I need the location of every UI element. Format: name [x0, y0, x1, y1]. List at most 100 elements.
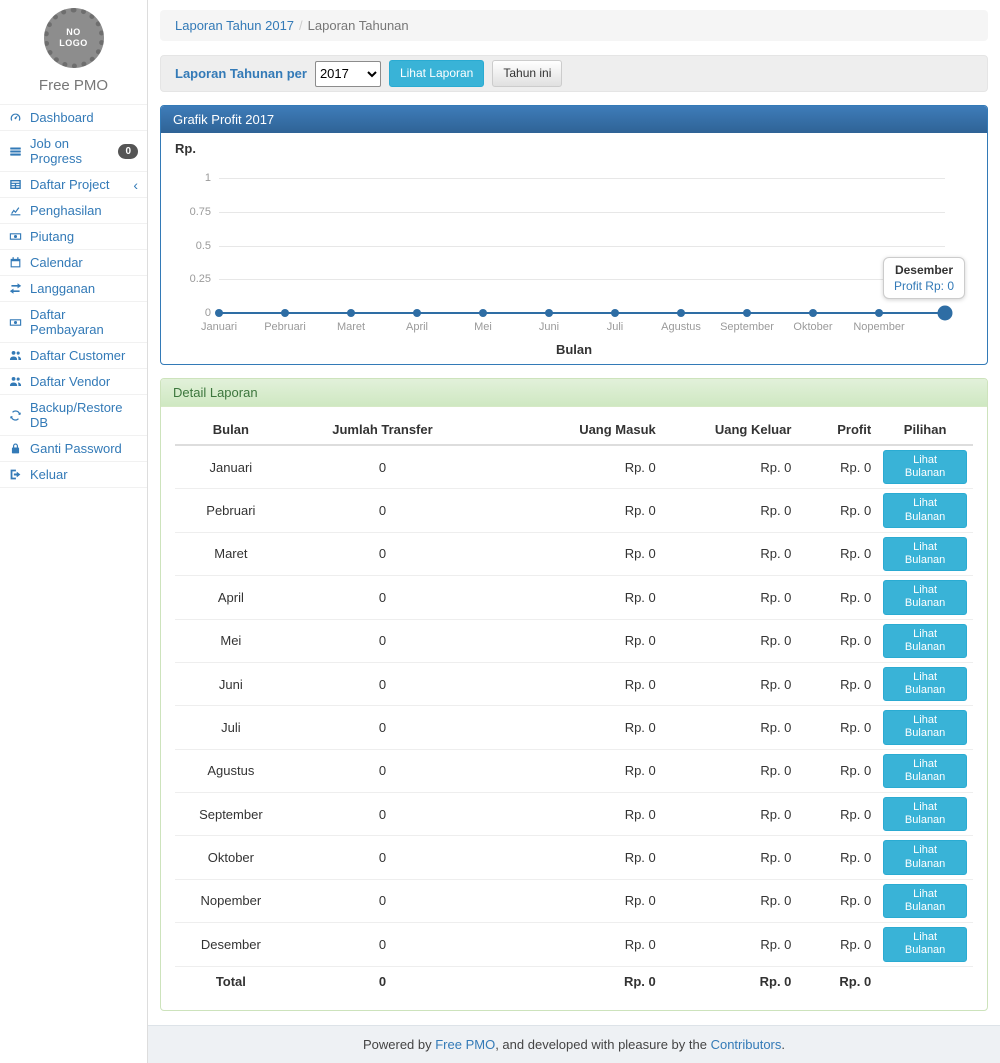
- cell-uang-masuk: Rp. 0: [478, 619, 662, 662]
- lihat-bulanan-button-mei[interactable]: Lihat Bulanan: [883, 624, 967, 658]
- lihat-bulanan-button-nopember[interactable]: Lihat Bulanan: [883, 884, 967, 918]
- data-point-nopember[interactable]: [875, 309, 883, 317]
- refresh-icon: [9, 409, 24, 422]
- lock-icon: [9, 442, 24, 455]
- cell-uang-masuk: Rp. 0: [478, 836, 662, 879]
- main-content: Laporan Tahun 2017/Laporan Tahunan Lapor…: [148, 0, 1000, 1063]
- report-table: BulanJumlah TransferUang MasukUang Kelua…: [175, 415, 973, 996]
- cell-pilihan: Lihat Bulanan: [877, 706, 973, 749]
- report-toolbar: Laporan Tahunan per 2017 Lihat Laporan T…: [160, 55, 988, 92]
- data-point-agustus[interactable]: [677, 309, 685, 317]
- sidebar-item-label: Penghasilan: [30, 203, 102, 218]
- cell-profit: Rp. 0: [797, 445, 877, 489]
- data-point-januari[interactable]: [215, 309, 223, 317]
- cell-jumlah-transfer: 0: [287, 879, 479, 922]
- lihat-bulanan-button-januari[interactable]: Lihat Bulanan: [883, 450, 967, 484]
- total-cell-pilihan: [877, 966, 973, 996]
- data-point-maret[interactable]: [347, 309, 355, 317]
- sidebar-item-piutang[interactable]: Piutang: [0, 224, 147, 250]
- count-badge: 0: [118, 144, 138, 159]
- footer-text-middle: , and developed with pleasure by the: [495, 1037, 710, 1052]
- sidebar-item-penghasilan[interactable]: Penghasilan: [0, 198, 147, 224]
- lihat-bulanan-button-april[interactable]: Lihat Bulanan: [883, 580, 967, 614]
- sidebar-item-backup-restore-db[interactable]: Backup/Restore DB: [0, 395, 147, 436]
- sidebar-item-job-on-progress[interactable]: Job on Progress0: [0, 131, 147, 172]
- lihat-bulanan-button-juli[interactable]: Lihat Bulanan: [883, 710, 967, 744]
- x-tick-label: Pebruari: [264, 321, 306, 333]
- cell-jumlah-transfer: 0: [287, 923, 479, 966]
- money-icon: [9, 230, 24, 243]
- lihat-bulanan-button-maret[interactable]: Lihat Bulanan: [883, 537, 967, 571]
- data-point-juni[interactable]: [545, 309, 553, 317]
- chart-panel-title: Grafik Profit 2017: [161, 106, 987, 133]
- x-tick-label: Mei: [474, 321, 492, 333]
- sidebar-item-daftar-pembayaran[interactable]: Daftar Pembayaran: [0, 302, 147, 343]
- cell-jumlah-transfer: 0: [287, 706, 479, 749]
- sidebar-item-keluar[interactable]: Keluar: [0, 462, 147, 488]
- sign-out-icon: [9, 468, 24, 481]
- lihat-bulanan-button-pebruari[interactable]: Lihat Bulanan: [883, 493, 967, 527]
- x-tick-label: Maret: [337, 321, 365, 333]
- lihat-bulanan-button-juni[interactable]: Lihat Bulanan: [883, 667, 967, 701]
- grid-line: [219, 212, 945, 213]
- sidebar: NO LOGO Free PMO DashboardJob on Progres…: [0, 0, 148, 1063]
- cell-pilihan: Lihat Bulanan: [877, 489, 973, 532]
- sidebar-item-daftar-project[interactable]: Daftar Project‹: [0, 172, 147, 198]
- sidebar-item-langganan[interactable]: Langganan: [0, 276, 147, 302]
- tahun-ini-button[interactable]: Tahun ini: [492, 60, 562, 86]
- sidebar-item-daftar-vendor[interactable]: Daftar Vendor: [0, 369, 147, 395]
- sidebar-item-dashboard[interactable]: Dashboard: [0, 105, 147, 131]
- cell-uang-keluar: Rp. 0: [662, 576, 798, 619]
- column-header-jumlah-transfer: Jumlah Transfer: [287, 415, 479, 445]
- profit-line: [219, 312, 945, 314]
- table-row-januari: Januari0Rp. 0Rp. 0Rp. 0Lihat Bulanan: [175, 445, 973, 489]
- sidebar-item-label: Daftar Customer: [30, 348, 125, 363]
- sidebar-item-label: Backup/Restore DB: [30, 400, 138, 430]
- lihat-bulanan-button-september[interactable]: Lihat Bulanan: [883, 797, 967, 831]
- data-point-mei[interactable]: [479, 309, 487, 317]
- x-tick-label: September: [720, 321, 774, 333]
- contributors-link[interactable]: Contributors: [711, 1037, 782, 1052]
- data-point-september[interactable]: [743, 309, 751, 317]
- sidebar-item-label: Daftar Project: [30, 177, 109, 192]
- cell-uang-masuk: Rp. 0: [478, 749, 662, 792]
- table-row-september: September0Rp. 0Rp. 0Rp. 0Lihat Bulanan: [175, 793, 973, 836]
- logo-text-line2: LOGO: [59, 38, 88, 49]
- lihat-bulanan-button-desember[interactable]: Lihat Bulanan: [883, 927, 967, 961]
- cell-profit: Rp. 0: [797, 749, 877, 792]
- cell-profit: Rp. 0: [797, 489, 877, 532]
- cell-uang-keluar: Rp. 0: [662, 532, 798, 575]
- year-select[interactable]: 2017: [315, 61, 381, 87]
- sidebar-item-calendar[interactable]: Calendar: [0, 250, 147, 276]
- data-point-pebruari[interactable]: [281, 309, 289, 317]
- cell-jumlah-transfer: 0: [287, 619, 479, 662]
- chart-plot: JanuariPebruariMaretAprilMeiJuniJuliAgus…: [219, 158, 945, 363]
- data-point-desember[interactable]: [938, 306, 953, 321]
- chart-panel-body: Rp. JanuariPebruariMaretAprilMeiJuniJuli…: [161, 133, 987, 364]
- sidebar-item-ganti-password[interactable]: Ganti Password: [0, 436, 147, 462]
- cell-jumlah-transfer: 0: [287, 793, 479, 836]
- lihat-bulanan-button-oktober[interactable]: Lihat Bulanan: [883, 840, 967, 874]
- footer-text-prefix: Powered by: [363, 1037, 435, 1052]
- sidebar-item-label: Ganti Password: [30, 441, 122, 456]
- data-point-juli[interactable]: [611, 309, 619, 317]
- cell-bulan: Mei: [175, 619, 287, 662]
- data-point-oktober[interactable]: [809, 309, 817, 317]
- free-pmo-link[interactable]: Free PMO: [435, 1037, 495, 1052]
- table-row-oktober: Oktober0Rp. 0Rp. 0Rp. 0Lihat Bulanan: [175, 836, 973, 879]
- cell-pilihan: Lihat Bulanan: [877, 836, 973, 879]
- data-point-april[interactable]: [413, 309, 421, 317]
- table-icon: [9, 178, 24, 191]
- y-tick-label: 0.75: [175, 206, 211, 218]
- money-icon: [9, 316, 24, 329]
- sidebar-item-label: Daftar Vendor: [30, 374, 110, 389]
- lihat-laporan-button[interactable]: Lihat Laporan: [389, 60, 484, 86]
- cell-bulan: September: [175, 793, 287, 836]
- breadcrumb-link[interactable]: Laporan Tahun 2017: [175, 18, 294, 33]
- sidebar-item-daftar-customer[interactable]: Daftar Customer: [0, 343, 147, 369]
- table-row-maret: Maret0Rp. 0Rp. 0Rp. 0Lihat Bulanan: [175, 532, 973, 575]
- table-row-agustus: Agustus0Rp. 0Rp. 0Rp. 0Lihat Bulanan: [175, 749, 973, 792]
- lihat-bulanan-button-agustus[interactable]: Lihat Bulanan: [883, 754, 967, 788]
- cell-uang-keluar: Rp. 0: [662, 749, 798, 792]
- footer: Powered by Free PMO, and developed with …: [148, 1025, 1000, 1063]
